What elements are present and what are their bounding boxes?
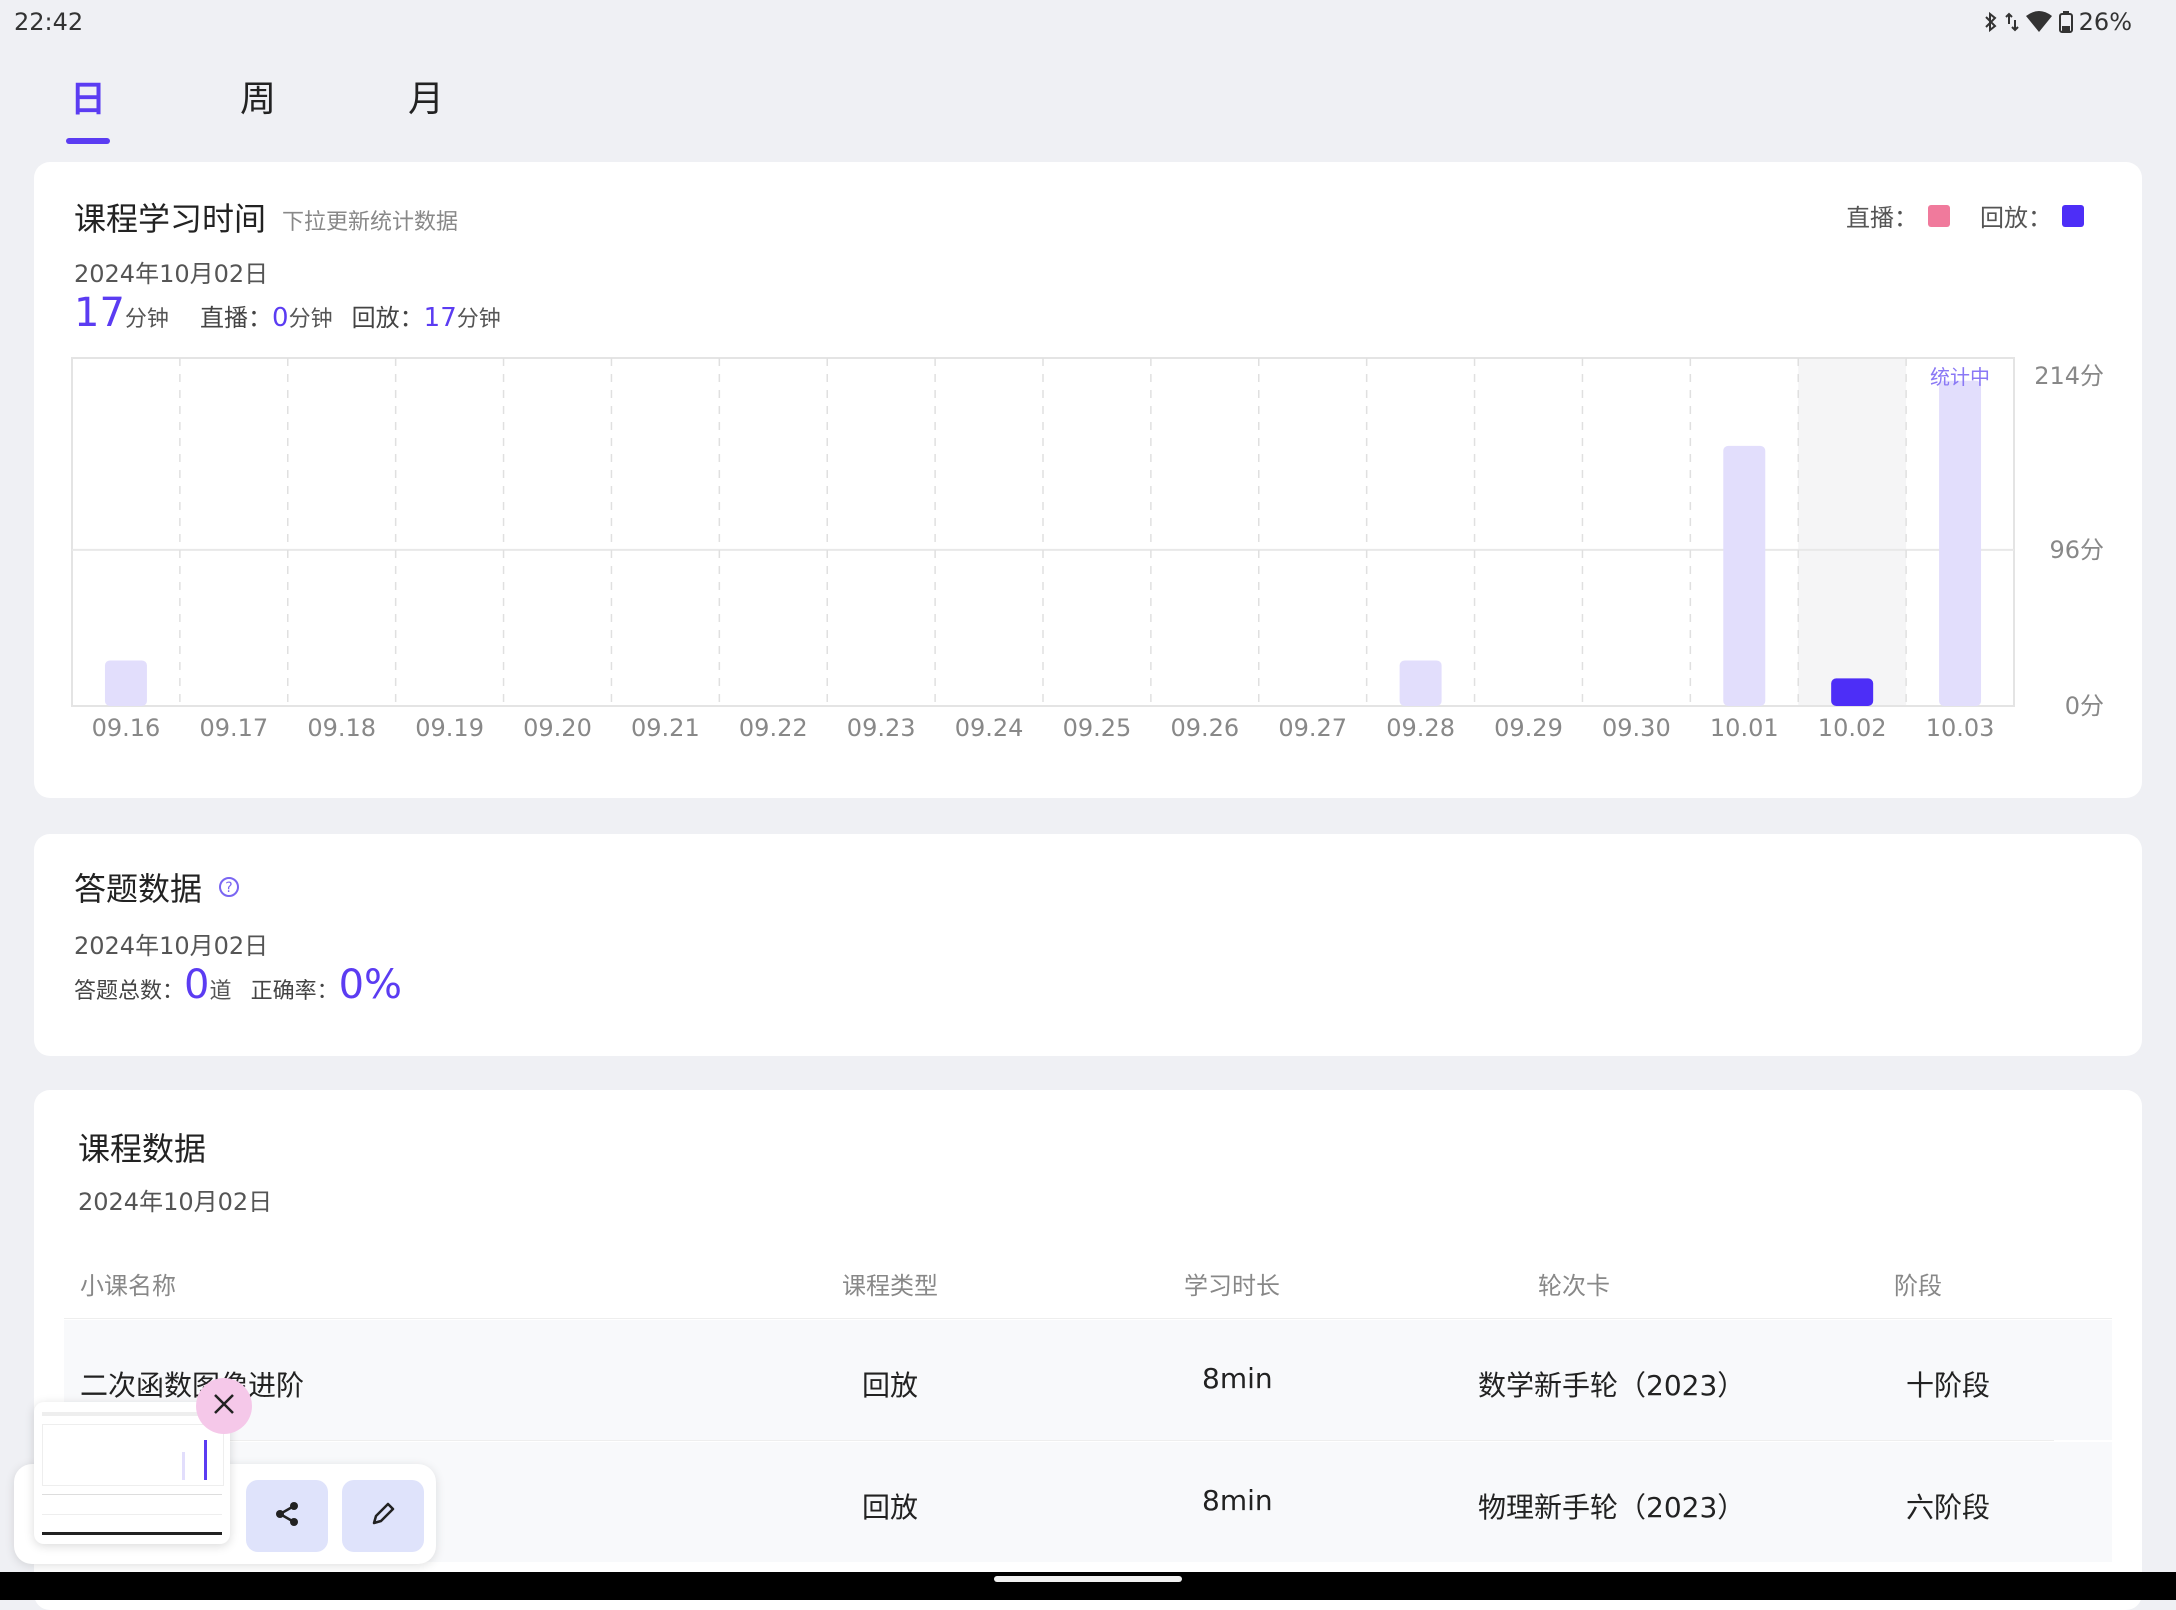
answer-total-label: 答题总数： [74,979,185,1004]
x-tick-label: 09.28 [1386,714,1455,742]
x-tick-label: 09.25 [1063,714,1132,742]
counting-label: 统计中 [1930,365,1990,389]
header-divider [64,1318,2112,1319]
row-round: 物理新手轮（2023） [1478,1491,1746,1524]
answer-summary: 答题总数：0道 正确率：0% [74,962,402,1008]
y-tick-label: 96分 [2049,536,2104,564]
row-course-type: 回放 [862,1491,919,1524]
header-round: 轮次卡 [1538,1272,1610,1300]
header-duration: 学习时长 [1184,1272,1280,1300]
y-tick-label: 0分 [2065,692,2104,720]
close-screenshot-button[interactable] [196,1378,252,1434]
row-course-type: 回放 [862,1369,919,1402]
study-time-card: 课程学习时间 下拉更新统计数据 直播： 回放： 2024年10月02日 17分钟… [34,162,2142,798]
bluetooth-icon [1983,10,1999,34]
home-gesture-handle[interactable] [994,1576,1182,1582]
bar [1831,678,1874,706]
status-time: 22:42 [14,8,84,36]
x-tick-label: 09.18 [307,714,376,742]
x-tick-label: 09.23 [847,714,916,742]
status-bar: 22:42 26% [0,0,2176,44]
x-tick-label: 09.24 [955,714,1024,742]
data-arrows-icon [2004,10,2019,34]
header-course-name: 小课名称 [80,1272,176,1300]
x-tick-label: 09.21 [631,714,700,742]
x-tick-label: 10.02 [1818,714,1887,742]
close-icon [211,1391,237,1421]
share-button[interactable] [246,1480,328,1552]
pencil-icon [368,1499,398,1533]
bar [1939,380,1982,706]
x-tick-label: 09.27 [1278,714,1347,742]
header-course-type: 课程类型 [842,1272,938,1300]
row-stage: 十阶段 [1906,1369,1991,1402]
accuracy-label: 正确率： [250,979,339,1004]
answer-total-value: 0 [184,962,210,1008]
battery-percent: 26% [2078,8,2132,36]
x-tick-label: 09.17 [199,714,268,742]
study-time-chart: 09.16 09.17 09.18 09.19 09.20 09.21 09.22 09.23… [71,357,2104,742]
y-tick-label: 214分 [2034,362,2104,390]
row-divider [64,1440,2054,1441]
tab-week[interactable]: 周 [218,70,298,122]
tab-day[interactable]: 日 [48,70,128,122]
bar [1399,660,1442,706]
x-tick-label: 09.22 [739,714,808,742]
answer-card: 答题数据 ? 2024年10月02日 答题总数：0道 正确率：0% [34,834,2142,1056]
course-title: 课程数据 [78,1130,207,1168]
x-tick-label: 09.16 [92,714,161,742]
x-tick-label: 09.20 [523,714,592,742]
answer-date: 2024年10月02日 [74,932,269,960]
battery-icon [2058,10,2073,34]
x-tick-label: 10.01 [1710,714,1779,742]
x-tick-label: 09.29 [1494,714,1563,742]
course-date: 2024年10月02日 [78,1188,273,1216]
row-round: 数学新手轮（2023） [1478,1369,1746,1402]
header-stage: 阶段 [1894,1272,1942,1300]
selected-column-highlight [1798,358,1907,706]
screenshot-thumbnail[interactable] [34,1402,230,1544]
x-tick-label: 09.30 [1602,714,1671,742]
row-duration: 8min [1202,1362,1273,1395]
help-circle-icon[interactable]: ? [218,876,240,902]
tab-month[interactable]: 月 [386,70,466,122]
row-course-name: 二次函数图像进阶 [80,1369,305,1402]
accuracy-value: 0% [338,962,403,1008]
x-tick-label: 09.26 [1170,714,1239,742]
table-row[interactable]: 二次函数图像进阶 回放 8min 数学新手轮（2023） 十阶段 [64,1320,2112,1440]
answer-title: 答题数据 [74,870,203,908]
bar [1723,445,1766,706]
row-stage: 六阶段 [1906,1491,1991,1524]
svg-text:?: ? [225,880,232,896]
wifi-icon [2025,10,2053,34]
edit-button[interactable] [342,1480,424,1552]
answer-total-unit: 道 [209,979,232,1004]
bar [104,660,147,706]
status-icons: 26% [1983,8,2132,36]
x-tick-label: 10.03 [1926,714,1995,742]
row-duration: 8min [1202,1484,1273,1517]
tab-active-indicator [66,138,110,144]
x-tick-label: 09.19 [415,714,484,742]
share-icon [272,1499,302,1533]
